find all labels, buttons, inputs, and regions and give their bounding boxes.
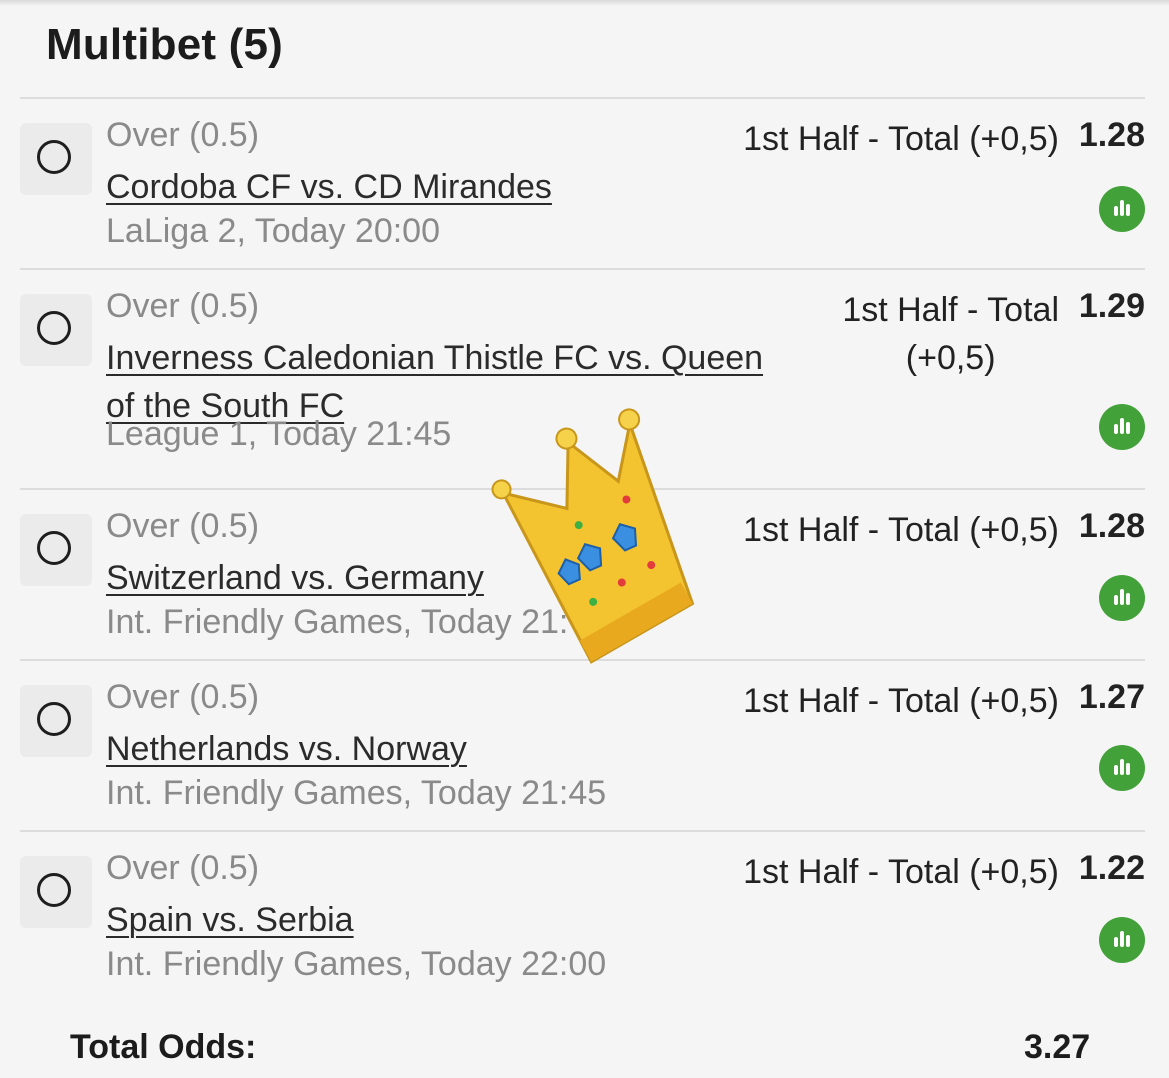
bet-row: Over (0.5) Spain vs. Serbia Int. Friendl… bbox=[20, 830, 1145, 1001]
stats-button[interactable] bbox=[1099, 404, 1145, 450]
select-radio[interactable] bbox=[20, 123, 92, 195]
match-link-line1: Inverness Caledonian Thistle FC vs. Quee… bbox=[106, 339, 764, 377]
odds-value: 1.27 bbox=[1078, 678, 1145, 716]
market-label: 1st Half - Total (+0,5) bbox=[743, 853, 1059, 891]
radio-circle-icon bbox=[37, 311, 71, 345]
odds-value: 1.29 bbox=[1078, 287, 1145, 325]
stats-button[interactable] bbox=[1099, 186, 1145, 232]
bar-chart-icon bbox=[1114, 200, 1130, 216]
market-label-line2: (+0,5) bbox=[905, 339, 996, 377]
match-link[interactable]: Cordoba CF vs. CD Mirandes bbox=[106, 163, 552, 211]
bet-selection: Over (0.5) bbox=[106, 849, 260, 887]
radio-circle-icon bbox=[37, 140, 71, 174]
bet-selection: Over (0.5) bbox=[106, 116, 260, 154]
stats-button[interactable] bbox=[1099, 745, 1145, 791]
stats-button[interactable] bbox=[1099, 575, 1145, 621]
top-shadow bbox=[0, 0, 1169, 6]
odds-value: 1.28 bbox=[1078, 116, 1145, 154]
bet-selection: Over (0.5) bbox=[106, 678, 260, 716]
market-label: 1st Half - Total (+0,5) bbox=[743, 682, 1059, 720]
match-link[interactable]: Spain vs. Serbia bbox=[106, 896, 354, 944]
select-radio[interactable] bbox=[20, 685, 92, 757]
bet-selection: Over (0.5) bbox=[106, 507, 260, 545]
market-label: 1st Half - Total (+0,5) bbox=[743, 511, 1059, 549]
market-label: 1st Half - Total (+0,5) bbox=[743, 120, 1059, 158]
crown-icon bbox=[491, 408, 695, 664]
bar-chart-icon bbox=[1114, 931, 1130, 947]
total-odds-label: Total Odds: bbox=[70, 1028, 257, 1066]
bet-row: Over (0.5) Netherlands vs. Norway Int. F… bbox=[20, 659, 1145, 830]
league-time: Int. Friendly Games, Today 21:45 bbox=[106, 774, 607, 812]
bar-chart-icon bbox=[1114, 589, 1130, 605]
multibet-title: Multibet (5) bbox=[46, 20, 284, 69]
odds-value: 1.22 bbox=[1078, 849, 1145, 887]
total-odds-value: 3.27 bbox=[1024, 1028, 1091, 1066]
stats-button[interactable] bbox=[1099, 917, 1145, 963]
market-label-line1: 1st Half - Total bbox=[842, 291, 1059, 329]
bar-chart-icon bbox=[1114, 759, 1130, 775]
select-radio[interactable] bbox=[20, 514, 92, 586]
match-link[interactable]: Switzerland vs. Germany bbox=[106, 554, 484, 602]
radio-circle-icon bbox=[37, 702, 71, 736]
market-label: 1st Half - Total (+0,5) bbox=[842, 286, 1059, 382]
league-time: Int. Friendly Games, Today 22:00 bbox=[106, 945, 607, 983]
bet-row: Over (0.5) Cordoba CF vs. CD Mirandes La… bbox=[20, 97, 1145, 268]
league-time: LaLiga 2, Today 20:00 bbox=[106, 212, 440, 250]
match-link[interactable]: Netherlands vs. Norway bbox=[106, 725, 467, 773]
league-time: League 1, Today 21:45 bbox=[106, 415, 452, 453]
odds-value: 1.28 bbox=[1078, 507, 1145, 545]
bet-selection: Over (0.5) bbox=[106, 287, 260, 325]
select-radio[interactable] bbox=[20, 294, 92, 366]
select-radio[interactable] bbox=[20, 856, 92, 928]
radio-circle-icon bbox=[37, 531, 71, 565]
radio-circle-icon bbox=[37, 873, 71, 907]
bar-chart-icon bbox=[1114, 418, 1130, 434]
